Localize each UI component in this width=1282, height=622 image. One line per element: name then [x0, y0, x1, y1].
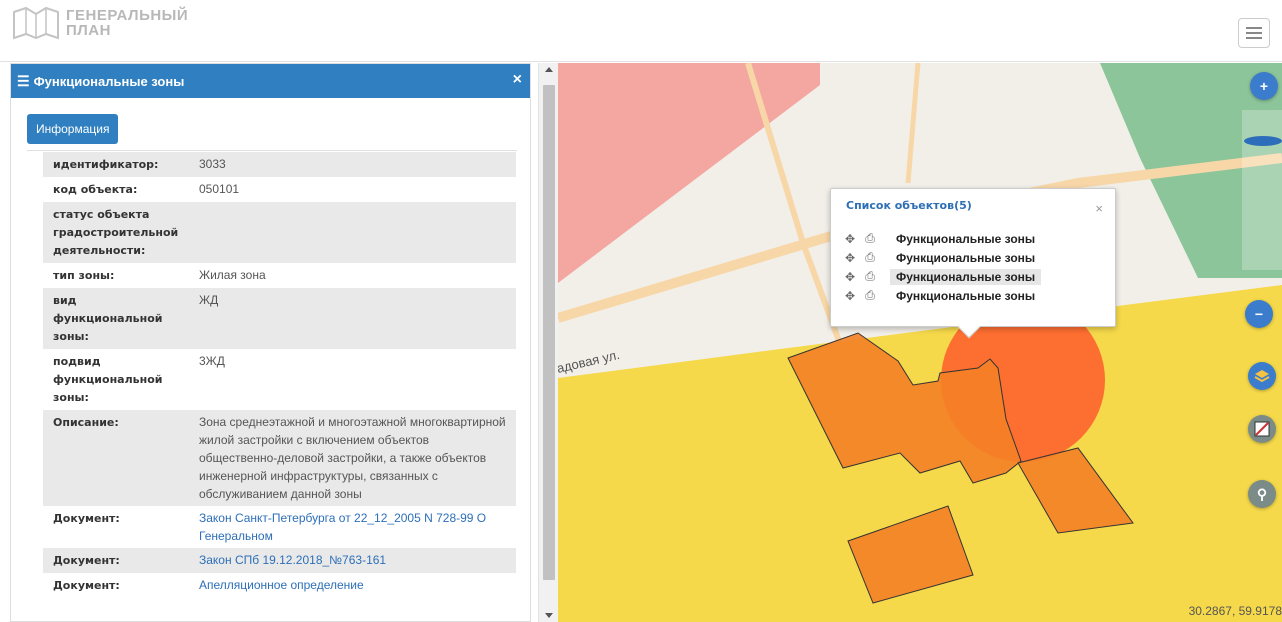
feature-info-panel: ☰ Функциональные зоны × Информация идент… — [10, 63, 531, 622]
print-icon[interactable]: ⎙ — [863, 250, 877, 265]
search-icon: ⚲ — [1256, 485, 1268, 502]
zoom-out-button[interactable]: − — [1245, 300, 1273, 328]
popup-item-label[interactable]: Функциональные зоны — [890, 288, 1041, 304]
logo-text: ГЕНЕРАЛЬНЫЙ ПЛАН — [66, 8, 188, 38]
popup-item-label[interactable]: Функциональные зоны — [890, 268, 1042, 285]
popup-title: Список объектов(5) — [846, 199, 972, 212]
attribute-row: Документ: Закон Санкт-Петербурга от 22_12… — [43, 506, 516, 548]
attribute-value: Зона среднеэтажной и многоэтажной многок… — [193, 410, 516, 506]
scroll-thumb[interactable] — [543, 85, 555, 580]
attribute-value: Закон СПб 19.12.2018_№763-161 — [193, 548, 516, 573]
popup-list-item[interactable]: ✥ ⎙ Функциональные зоны — [843, 229, 1041, 248]
attribute-value: 3ЖД — [199, 354, 225, 368]
popup-list-item[interactable]: ✥ ⎙ Функциональные зоны — [843, 286, 1041, 305]
attribute-key: подвид функциональной зоны: — [53, 355, 163, 404]
panel-title: Функциональные зоны — [33, 73, 185, 89]
attribute-key: Описание: — [43, 410, 193, 506]
attribute-value: Апелляционное определение — [193, 573, 516, 598]
panel-scrollbar[interactable] — [538, 63, 558, 622]
tabs-divider — [27, 150, 517, 151]
hamburger-icon — [1246, 27, 1262, 29]
print-icon[interactable]: ⎙ — [863, 288, 877, 303]
panel-close-icon[interactable]: × — [513, 72, 522, 88]
popup-item-label[interactable]: Функциональные зоны — [890, 231, 1041, 247]
attribute-row: Описание: Зона среднеэтажной и многоэтажн… — [43, 410, 516, 506]
info-tab-button[interactable]: Информация — [27, 114, 119, 144]
map-canvas[interactable]: адовая ул. 30.2867, 59.9178 — [558, 63, 1282, 622]
coordinates-readout: 30.2867, 59.9178 — [1188, 604, 1282, 618]
print-icon[interactable]: ⎙ — [863, 231, 877, 246]
popup-close-icon[interactable]: × — [1095, 201, 1103, 216]
list-icon: ☰ — [17, 72, 30, 89]
popup-item-label[interactable]: Функциональные зоны — [890, 250, 1041, 266]
attribute-key: Документ: — [53, 512, 120, 525]
document-link[interactable]: Апелляционное определение — [199, 578, 364, 592]
popup-object-list: ✥ ⎙ Функциональные зоны ✥ ⎙ Функциональные зо… — [843, 229, 1042, 305]
attribute-row: идентификатор: 3033 — [43, 152, 516, 177]
attribute-key: вид функциональной зоны: — [43, 288, 193, 349]
attribute-key: статус объекта градостроительной деятель… — [43, 202, 193, 263]
zoom-slider-track[interactable] — [1242, 110, 1282, 270]
layers-icon — [1254, 370, 1270, 383]
map-layers: адовая ул. — [558, 63, 1282, 622]
attribute-value: ЖД — [193, 288, 516, 349]
attribute-value: Закон Санкт-Петербурга от 22_12_2005 N 7… — [193, 506, 516, 548]
scroll-up-icon[interactable] — [545, 67, 553, 72]
panel-header: ☰ Функциональные зоны × — [11, 64, 530, 98]
logo[interactable]: ГЕНЕРАЛЬНЫЙ ПЛАН — [12, 6, 188, 40]
object-list-popup: Список объектов(5) × ✥ ⎙ Функциональные зо… — [830, 188, 1116, 339]
move-icon[interactable]: ✥ — [843, 232, 857, 246]
logo-line1: ГЕНЕРАЛЬНЫЙ — [66, 7, 189, 24]
attribute-row: вид функциональной зоны: ЖД — [43, 288, 516, 349]
logo-map-icon — [13, 6, 59, 40]
attribute-value: 050101 — [199, 182, 240, 196]
attribute-key: Документ: — [43, 548, 193, 573]
popup-list-item[interactable]: ✥ ⎙ Функциональные зоны — [843, 267, 1042, 286]
attribute-row: код объекта: 050101 — [43, 177, 516, 202]
app-header: ГЕНЕРАЛЬНЫЙ ПЛАН — [0, 0, 1282, 62]
document-link[interactable]: Закон Санкт-Петербурга от 22_12_2005 N 7… — [199, 511, 486, 543]
print-icon[interactable]: ⎙ — [863, 269, 877, 284]
document-link[interactable]: Закон СПб 19.12.2018_№763-161 — [199, 553, 386, 567]
attribute-row: тип зоны: Жилая зона — [43, 263, 516, 288]
attribute-row: статус объекта градостроительной деятель… — [43, 202, 516, 263]
logo-line2: ПЛАН — [66, 22, 111, 39]
hamburger-menu-button[interactable] — [1238, 18, 1270, 48]
scroll-down-icon[interactable] — [545, 613, 553, 618]
zoom-slider-handle[interactable] — [1244, 136, 1282, 146]
popup-list-item[interactable]: ✥ ⎙ Функциональные зоны — [843, 248, 1041, 267]
attribute-key: идентификатор: — [43, 152, 193, 177]
zoom-in-button[interactable]: + — [1250, 72, 1278, 100]
attribute-row: Документ: Апелляционное определение — [43, 573, 516, 598]
search-button[interactable]: ⚲ — [1248, 480, 1276, 508]
attribute-key: Документ: — [53, 579, 120, 592]
attribute-value — [193, 202, 516, 263]
attribute-value: Жилая зона — [199, 268, 266, 282]
move-icon[interactable]: ✥ — [843, 251, 857, 265]
attribute-value: 3033 — [193, 152, 516, 177]
attribute-key: код объекта: — [53, 183, 138, 196]
ruler-icon — [1254, 421, 1270, 437]
attribute-row: подвид функциональной зоны: 3ЖД — [43, 349, 516, 410]
move-icon[interactable]: ✥ — [843, 270, 857, 284]
attribute-row: Документ: Закон СПб 19.12.2018_№763-161 — [43, 548, 516, 573]
move-icon[interactable]: ✥ — [843, 289, 857, 303]
layers-button[interactable] — [1248, 362, 1276, 390]
measure-button[interactable] — [1248, 415, 1276, 443]
attributes-table: идентификатор: 3033 код объекта: 050101 стат… — [43, 152, 516, 598]
attribute-key: тип зоны: — [53, 269, 115, 282]
